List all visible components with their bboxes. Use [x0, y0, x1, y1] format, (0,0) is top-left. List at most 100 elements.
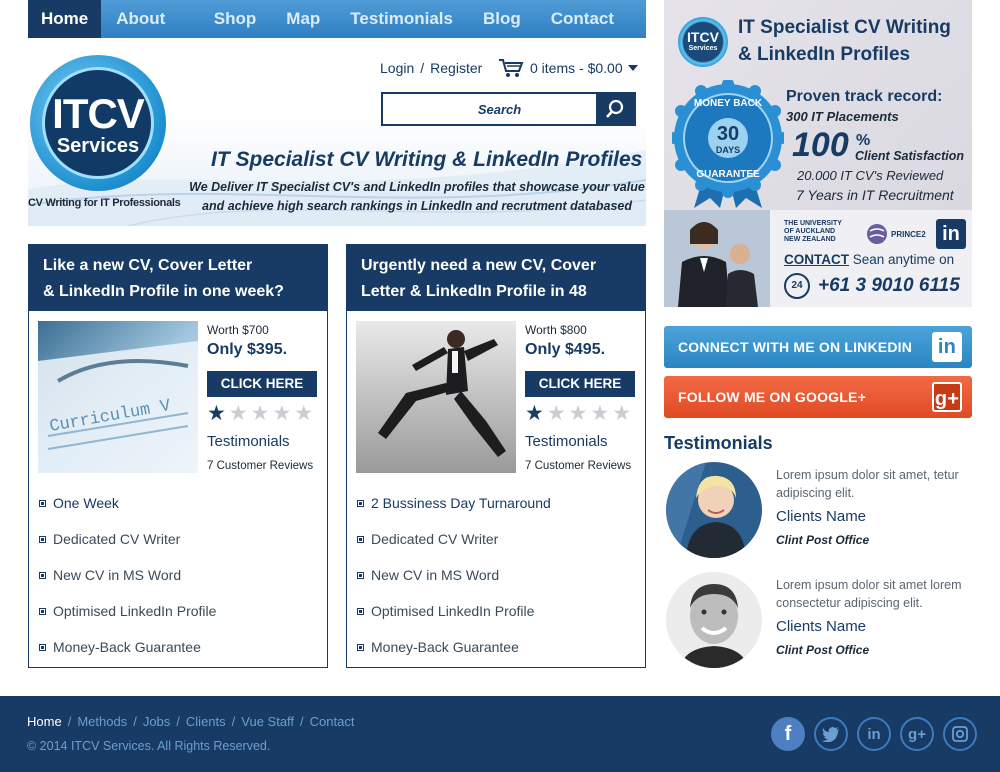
years-stat: 7 Years in IT Recruitment — [796, 187, 954, 203]
account-links: Login / Register — [380, 60, 482, 76]
testimonials-link[interactable]: Testimonials — [525, 433, 608, 450]
nav-contact-us[interactable]: Contact Us — [536, 0, 646, 66]
instagram-icon[interactable] — [943, 717, 977, 751]
worth-price: Worth $700 — [207, 323, 269, 337]
avatar — [666, 462, 762, 558]
google-button-label: FOLLOW ME ON GOOGLE+ — [678, 389, 866, 405]
star-icon: ★ — [207, 402, 226, 425]
linkedin-icon: in — [932, 332, 962, 362]
nav-about-us[interactable]: About Us — [101, 0, 199, 66]
site-logo[interactable]: ITCV Services — [30, 55, 166, 191]
nav-blog[interactable]: Blog — [468, 0, 536, 38]
nav-testimonials[interactable]: Testimonials — [335, 0, 468, 38]
search-box — [381, 92, 636, 126]
feature-text: New CV in MS Word — [53, 567, 182, 583]
list-item: Money-Back Guarantee — [39, 629, 319, 665]
star-icon: ★ — [568, 402, 588, 425]
search-icon — [606, 99, 624, 118]
footer-link-home[interactable]: Home — [27, 714, 62, 729]
bullet-icon — [39, 535, 46, 543]
facebook-icon[interactable]: f — [771, 717, 805, 751]
testimonials-link[interactable]: Testimonials — [207, 433, 290, 450]
footer-link-methods[interactable]: Methods — [77, 714, 127, 729]
footer-separator: / — [133, 714, 137, 729]
bullet-icon — [39, 571, 46, 579]
testimonial-item: Lorem ipsum dolor sit amet lorem consect… — [664, 572, 984, 672]
cart-summary[interactable]: 0 items - $0.00 — [498, 58, 645, 78]
client-name: Clients Name — [776, 618, 867, 635]
linkedin-icon[interactable]: in — [936, 219, 966, 249]
client-post: Clint Post Office — [776, 533, 870, 547]
offer-price: Only $495. — [525, 341, 606, 358]
percent-sign: % — [856, 132, 871, 149]
phone-number[interactable]: 24 +61 3 9010 6115 — [784, 273, 960, 299]
contact-line: CONTACT Sean anytime on — [784, 252, 954, 267]
feature-text: Dedicated CV Writer — [371, 531, 499, 547]
list-item: 2 Bussiness Day Turnaround — [357, 485, 637, 521]
money-back-badge: MONEY BACK 30 DAYS GUARANTEE — [672, 80, 784, 208]
bullet-icon — [39, 499, 46, 507]
star-icon: ★ — [228, 402, 248, 425]
click-here-button[interactable]: CLICK HERE — [207, 371, 317, 397]
star-icon: ★ — [612, 402, 632, 425]
google-plus-icon: g+ — [932, 382, 962, 412]
card-heading: Urgently need a new CV, Cover Letter & L… — [347, 245, 645, 326]
promo-logo-subtext: Services — [688, 45, 718, 52]
footer-link-clients[interactable]: Clients — [186, 714, 226, 729]
click-here-button[interactable]: CLICK HERE — [525, 371, 635, 397]
testimonial-text: Lorem ipsum dolor sit amet, tetur adipis… — [776, 468, 959, 500]
bullet-icon — [39, 643, 46, 651]
footer-separator: / — [300, 714, 304, 729]
star-icon: ★ — [590, 402, 610, 425]
linkedin-icon[interactable]: in — [857, 717, 891, 751]
register-link[interactable]: Register — [430, 60, 482, 76]
contact-link[interactable]: CONTACT — [784, 252, 849, 267]
bullet-icon — [357, 607, 364, 615]
site-footer: Home / Methods / Jobs / Clients / Vue Staff /… — [0, 696, 1000, 772]
promo-logo-text: ITCV — [687, 29, 719, 45]
card-heading-line1: Like a new CV, Cover Letter — [43, 257, 253, 274]
promo-logo: ITCV Services — [678, 17, 728, 67]
star-icon: ★ — [250, 402, 270, 425]
footer-nav: Home / Methods / Jobs / Clients / Vue Staff /… — [27, 714, 354, 729]
bullet-icon — [357, 535, 364, 543]
chevron-down-icon — [627, 65, 638, 71]
testimonials-heading: Testimonials — [664, 433, 773, 453]
uoa-line3: NEW ZEALAND — [784, 236, 836, 243]
star-icon: ★ — [294, 402, 314, 425]
cv-document-image: Curriculum V — [38, 321, 198, 473]
feature-text: 2 Bussiness Day Turnaround — [371, 495, 551, 511]
nav-shop[interactable]: Shop — [199, 0, 272, 38]
star-rating[interactable]: ★ ★ ★ ★ ★ — [525, 403, 631, 425]
list-item: Optimised LinkedIn Profile — [357, 593, 637, 629]
business-people-photo — [664, 210, 770, 307]
nav-map[interactable]: Map — [271, 0, 335, 38]
list-item: Money-Back Guarantee — [357, 629, 637, 665]
product-card-one-week: Like a new CV, Cover Letter & LinkedIn P… — [28, 244, 328, 668]
logo-text: ITCV — [52, 90, 145, 137]
prince2-text: PRINCE2 — [891, 229, 926, 239]
feature-text: One Week — [53, 495, 119, 511]
google-plus-icon[interactable]: g+ — [900, 717, 934, 751]
footer-link-contact[interactable]: Contact — [310, 714, 355, 729]
footer-link-vue-staff[interactable]: Vue Staff — [241, 714, 294, 729]
cart-text: 0 items - $0.00 — [530, 60, 623, 76]
footer-link-jobs[interactable]: Jobs — [143, 714, 170, 729]
footer-separator: / — [67, 714, 72, 729]
google-plus-follow-button[interactable]: FOLLOW ME ON GOOGLE+ g+ — [664, 376, 972, 418]
nav-home[interactable]: Home — [28, 0, 102, 38]
search-input[interactable] — [383, 94, 596, 124]
search-button[interactable] — [596, 94, 634, 124]
list-item: Dedicated CV Writer — [39, 521, 319, 557]
feature-text: Optimised LinkedIn Profile — [53, 603, 217, 619]
star-rating[interactable]: ★ ★ ★ ★ ★ — [207, 403, 313, 425]
review-count: 7 Customer Reviews — [207, 460, 314, 472]
linkedin-connect-button[interactable]: CONNECT WITH ME ON LINKEDIN in — [664, 326, 972, 368]
twitter-icon[interactable] — [814, 717, 848, 751]
login-link[interactable]: Login — [380, 60, 414, 76]
footer-socials: f in g+ — [771, 717, 977, 751]
card-heading-line1: Urgently need a new CV, Cover — [361, 257, 597, 274]
phone-text: +61 3 9010 6115 — [818, 275, 960, 296]
worth-price: Worth $800 — [525, 323, 587, 337]
svg-text:30: 30 — [717, 123, 739, 145]
